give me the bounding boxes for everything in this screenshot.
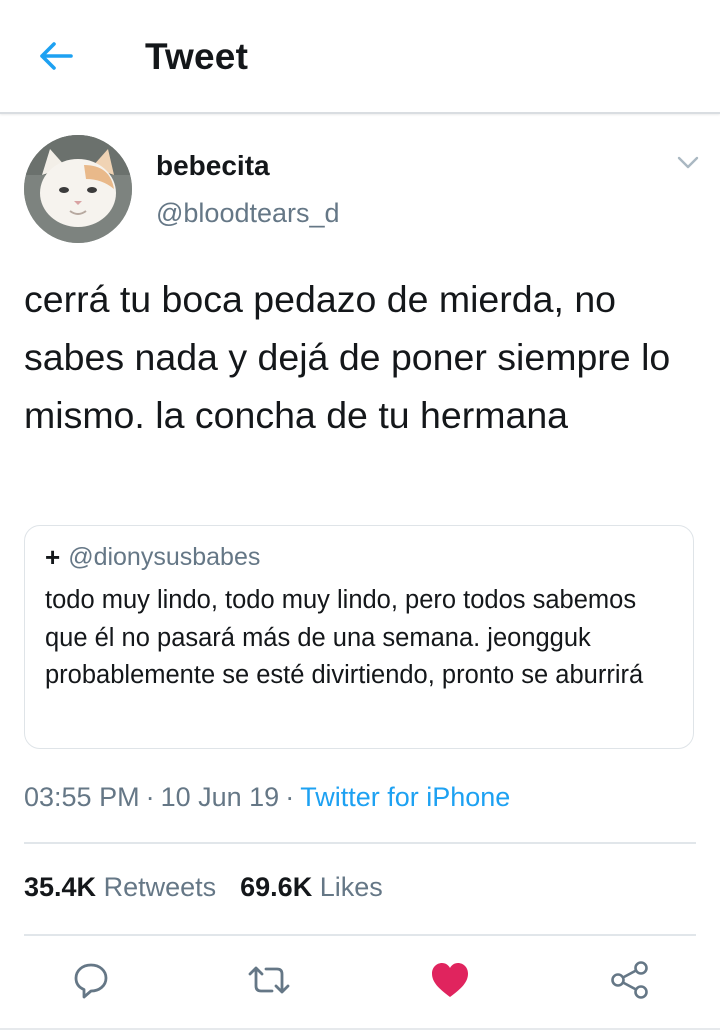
tweet-options-button[interactable]	[672, 150, 704, 180]
back-button[interactable]	[30, 34, 82, 82]
tweet-text: cerrá tu boca pedazo de mierda, no sabes…	[24, 278, 671, 436]
likes-stat[interactable]: 69.6K Likes	[240, 872, 383, 902]
retweet-icon	[247, 960, 291, 1005]
like-button[interactable]	[427, 960, 473, 1004]
arrow-left-icon	[39, 41, 73, 76]
like-heart-icon	[429, 960, 471, 1005]
action-bar	[0, 960, 720, 1004]
retweets-stat[interactable]: 35.4K Retweets	[24, 872, 216, 902]
share-button[interactable]	[607, 960, 653, 1004]
tweet-time: 03:55 PM	[24, 782, 140, 812]
top-bar: Tweet	[0, 0, 720, 114]
tweet-meta: 03:55 PM · 10 Jun 19 · Twitter for iPhone	[24, 782, 510, 813]
divider	[24, 842, 696, 844]
reply-icon	[71, 960, 111, 1005]
likes-count: 69.6K	[240, 872, 313, 902]
quoted-tweet-handle: @dionysusbabes	[68, 543, 261, 571]
share-icon	[609, 959, 651, 1006]
meta-separator: ·	[285, 782, 295, 812]
bottom-divider	[0, 1028, 720, 1030]
tweet-date: 10 Jun 19	[160, 782, 280, 812]
engagement-stats: 35.4K Retweets 69.6K Likes	[24, 872, 383, 903]
page-title: Tweet	[145, 36, 249, 77]
divider	[24, 934, 696, 936]
tweet-source-link[interactable]: Twitter for iPhone	[300, 782, 510, 812]
plus-prefix: +	[45, 542, 61, 572]
quoted-tweet-text: todo muy lindo, todo muy lindo, pero tod…	[45, 586, 644, 689]
retweets-label: Retweets	[103, 872, 217, 902]
user-handle[interactable]: @bloodtears_d	[156, 198, 340, 229]
retweet-button[interactable]	[246, 960, 292, 1004]
quoted-tweet-header: + @dionysusbabes	[45, 542, 260, 573]
chevron-down-icon	[677, 156, 699, 175]
retweets-count: 35.4K	[24, 872, 97, 902]
quoted-tweet-card[interactable]: + @dionysusbabes todo muy lindo, todo mu…	[24, 525, 694, 749]
display-name[interactable]: bebecita	[156, 150, 270, 182]
likes-label: Likes	[319, 872, 383, 902]
avatar[interactable]	[24, 135, 132, 243]
meta-separator: ·	[145, 782, 155, 812]
reply-button[interactable]	[68, 960, 114, 1004]
